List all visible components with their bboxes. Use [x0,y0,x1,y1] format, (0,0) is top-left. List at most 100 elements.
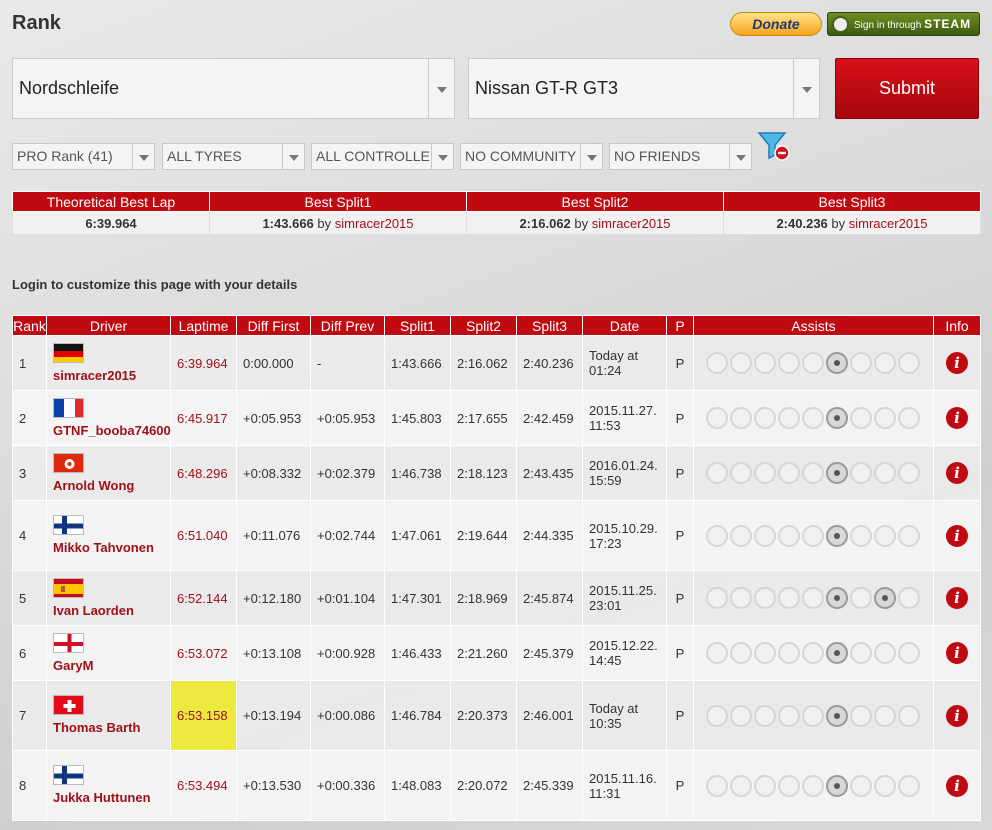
p-cell: P [666,445,694,501]
car-select[interactable]: Nissan GT-R GT3 [468,58,820,119]
column-header-laptime: Laptime [170,315,237,336]
submit-button[interactable]: Submit [835,58,979,119]
driver-name-link[interactable]: GTNF_booba74600 [53,422,171,439]
donate-button[interactable]: Donate [730,12,822,36]
time-line: 10:35 [589,715,622,731]
date-cell: 2015.12.22. 14:45 [582,625,667,681]
assist-icon [850,704,872,727]
driver-name-link[interactable]: Ivan Laorden [53,602,164,619]
assist-icon [730,642,752,664]
split1-cell: 1:46.784 [384,680,451,751]
rank-cell: 3 [12,445,47,501]
assist-icon [778,587,800,609]
rank-select[interactable]: PRO Rank (41) [12,143,155,170]
best-splits-table: Theoretical Best Lap Best Split1 Best Sp… [12,191,981,235]
filter-funnel-icon[interactable] [757,130,791,162]
assist-icon [754,774,776,797]
p-cell: P [666,390,694,446]
controllers-select[interactable]: ALL CONTROLLERS [311,143,454,170]
table-row: 7 Thomas Barth 6:53.158 +0:13.194 +0:00.086 1… [12,680,981,751]
diff-prev-cell: +0:00.086 [310,680,385,751]
info-icon[interactable]: i [946,642,968,664]
date-line: 2015.12.22. [589,638,658,653]
split2-cell: 2:16.062 [450,335,517,391]
driver-name-link[interactable]: Jukka Huttunen [53,789,164,806]
driver-name-link[interactable]: GaryM [53,657,164,674]
date-line: Today at [589,700,639,716]
column-header-rank: Rank [12,315,47,336]
best-split3-driver-link[interactable]: simracer2015 [849,216,928,231]
column-header-driver: Driver [46,315,171,336]
assist-icon [826,774,848,797]
assist-icon [898,524,920,547]
driver-cell: Arnold Wong [46,445,171,501]
laptime-cell: 6:48.296 [170,445,237,501]
country-flag-icon [53,515,84,535]
time-line: 01:24 [589,363,622,378]
split3-cell: 2:45.379 [516,625,583,681]
track-select[interactable]: Nordschleife [12,58,455,119]
info-icon[interactable]: i [946,462,968,484]
date-cell: Today at 01:24 [582,335,667,391]
driver-name-link[interactable]: Mikko Tahvonen [53,539,164,556]
assist-icon [874,352,896,374]
info-icon[interactable]: i [946,407,968,429]
steam-signin-label: Sign in through [854,20,922,31]
best-header-split3: Best Split3 [723,191,981,212]
assist-icon [898,642,920,664]
info-cell: i [933,445,981,501]
assist-icon [802,642,824,664]
community-select[interactable]: NO COMMUNITY [460,143,603,170]
driver-name-link[interactable]: Thomas Barth [53,719,164,736]
assist-icon [706,587,728,609]
assist-icon [730,352,752,374]
split1-cell: 1:48.083 [384,750,451,821]
assists-cell [693,625,934,681]
column-header-diff-prev: Diff Prev [310,315,385,336]
laptime-cell: 6:45.917 [170,390,237,446]
assist-icon [778,407,800,429]
chevron-down-icon [132,144,154,169]
assist-icon [826,587,848,609]
page-title: Rank [12,12,61,34]
info-icon[interactable]: i [946,704,968,727]
split3-cell: 2:45.874 [516,570,583,626]
diff-prev-cell: +0:02.744 [310,500,385,571]
country-flag-icon [53,577,84,598]
steam-signin-button[interactable]: Sign in through STEAM [827,12,980,36]
assist-icon [898,704,920,727]
date-line: 2015.10.29. [589,520,658,536]
info-icon[interactable]: i [946,774,968,797]
assist-icon [850,407,872,429]
assist-icon [778,774,800,797]
driver-name-link[interactable]: Arnold Wong [53,477,164,494]
driver-name-link[interactable]: simracer2015 [53,367,164,384]
info-cell: i [933,625,981,681]
driver-cell: Mikko Tahvonen [46,500,171,571]
diff-prev-cell: - [310,335,385,391]
best-split2-driver-link[interactable]: simracer2015 [592,216,671,231]
theoretical-best-value: 6:39.964 [12,211,210,235]
date-line: 2016.01.24. [589,458,658,473]
assist-icon [898,462,920,484]
assist-icon [754,524,776,547]
friends-select[interactable]: NO FRIENDS [609,143,752,170]
driver-cell: Ivan Laorden [46,570,171,626]
split2-cell: 2:21.260 [450,625,517,681]
assist-icon [754,704,776,727]
info-icon[interactable]: i [946,352,968,374]
info-cell: i [933,500,981,571]
tyres-select[interactable]: ALL TYRES [162,143,305,170]
time-line: 11:31 [589,785,621,801]
rank-cell: 8 [12,750,47,821]
best-split1-driver-link[interactable]: simracer2015 [335,216,414,231]
info-icon[interactable]: i [946,587,968,609]
date-cell: 2015.11.27. 11:53 [582,390,667,446]
column-header-split1: Split1 [384,315,451,336]
split1-cell: 1:46.433 [384,625,451,681]
info-icon[interactable]: i [946,524,968,547]
assist-icon [898,587,920,609]
assist-icon [850,642,872,664]
info-cell: i [933,570,981,626]
info-cell: i [933,680,981,751]
